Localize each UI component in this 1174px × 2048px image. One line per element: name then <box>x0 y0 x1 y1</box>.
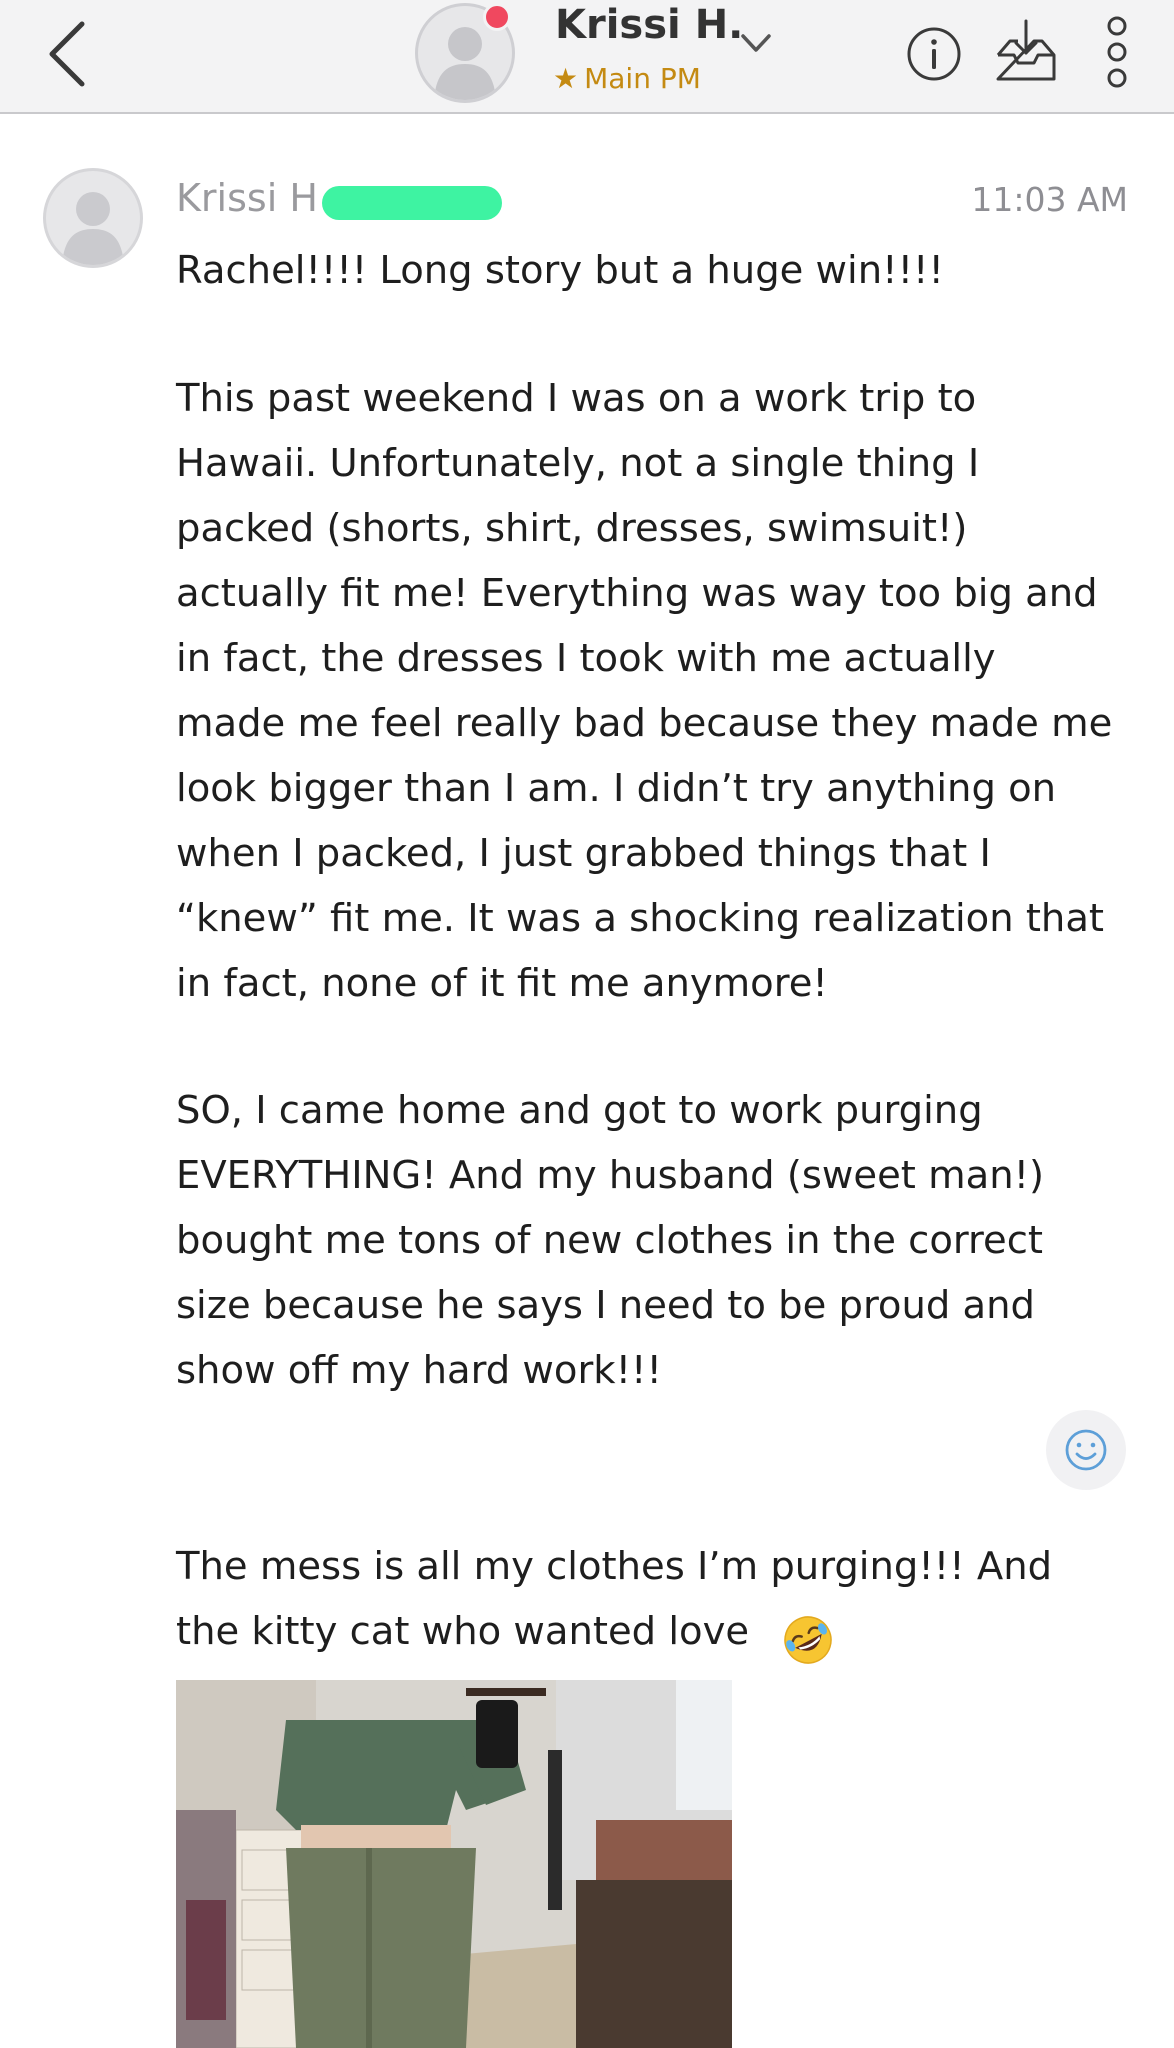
more-vertical-icon <box>1107 16 1127 88</box>
contact-menu-toggle[interactable] <box>738 28 774 58</box>
photo-attachment[interactable] <box>176 1680 732 2048</box>
message-timestamp: 11:03 AM <box>971 180 1128 219</box>
folder-label: ★ Main PM <box>553 62 701 95</box>
contact-name[interactable]: Krissi H. <box>555 2 743 48</box>
info-icon <box>907 27 961 81</box>
info-button[interactable] <box>905 25 963 83</box>
conversation-header: Krissi H. ★ Main PM <box>0 0 1174 114</box>
reaction-button[interactable] <box>1046 1410 1126 1490</box>
mirror-selfie-image <box>176 1680 732 2048</box>
unread-indicator <box>483 3 511 31</box>
chevron-left-icon <box>49 21 85 87</box>
message-paragraph: The mess is all my clothes I’m purging!!… <box>176 1544 1053 1654</box>
star-icon: ★ <box>553 62 579 95</box>
chevron-down-icon <box>741 34 771 52</box>
sender-avatar[interactable] <box>43 168 143 268</box>
redaction-mark <box>322 186 502 220</box>
message-paragraph: SO, I came home and got to work purging … <box>176 1088 1045 1393</box>
sender-name: Krissi H <box>176 176 318 220</box>
more-options-button[interactable] <box>1100 14 1134 90</box>
rolling-on-floor-laughing-emoji <box>784 1616 832 1664</box>
message-paragraph: Rachel!!!! Long story but a huge win!!!! <box>176 248 944 293</box>
back-button[interactable] <box>40 18 100 88</box>
archive-button[interactable] <box>990 15 1062 87</box>
message-paragraph: This past weekend I was on a work trip t… <box>176 376 1113 1006</box>
user-silhouette-icon <box>62 192 124 265</box>
smiley-icon <box>1065 1429 1107 1471</box>
inbox-download-icon <box>996 19 1056 81</box>
folder-name: Main PM <box>584 62 701 95</box>
